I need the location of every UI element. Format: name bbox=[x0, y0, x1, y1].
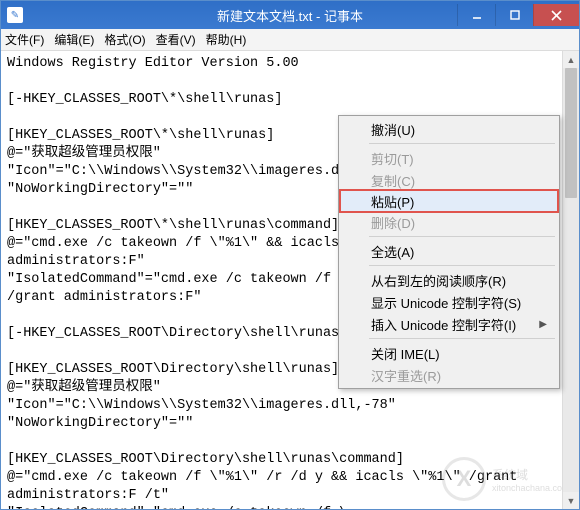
scroll-thumb[interactable] bbox=[565, 68, 577, 198]
window-title: 新建文本文档.txt - 记事本 bbox=[217, 6, 363, 25]
cm-separator bbox=[369, 338, 555, 339]
context-menu: 撤消(U) 剪切(T) 复制(C) 粘贴(P) 删除(D) 全选(A) 从右到左… bbox=[338, 115, 560, 389]
close-button[interactable] bbox=[533, 4, 579, 26]
cm-delete[interactable]: 删除(D) bbox=[341, 211, 557, 233]
cm-undo[interactable]: 撤消(U) bbox=[341, 118, 557, 140]
cm-show-unicode[interactable]: 显示 Unicode 控制字符(S) bbox=[341, 291, 557, 313]
maximize-icon bbox=[510, 10, 520, 20]
scroll-up-arrow-icon[interactable]: ▲ bbox=[563, 51, 579, 68]
menu-file[interactable]: 文件(F) bbox=[5, 31, 44, 48]
cm-paste[interactable]: 粘贴(P) bbox=[340, 190, 558, 212]
cm-reconvert[interactable]: 汉字重选(R) bbox=[341, 364, 557, 386]
menu-bar: 文件(F) 编辑(E) 格式(O) 查看(V) 帮助(H) bbox=[1, 29, 579, 51]
cm-insert-unicode[interactable]: 插入 Unicode 控制字符(I) ▶ bbox=[341, 313, 557, 335]
title-bar[interactable]: ✎ 新建文本文档.txt - 记事本 bbox=[1, 1, 579, 29]
maximize-button[interactable] bbox=[495, 4, 533, 26]
cm-separator bbox=[369, 143, 555, 144]
minimize-button[interactable] bbox=[457, 4, 495, 26]
cm-separator bbox=[369, 265, 555, 266]
cm-select-all[interactable]: 全选(A) bbox=[341, 240, 557, 262]
close-icon bbox=[551, 10, 562, 21]
window-buttons bbox=[457, 4, 579, 26]
menu-view[interactable]: 查看(V) bbox=[156, 31, 196, 48]
vertical-scrollbar[interactable]: ▲ ▼ bbox=[562, 51, 579, 509]
cm-separator bbox=[369, 236, 555, 237]
submenu-arrow-icon: ▶ bbox=[539, 319, 547, 330]
menu-format[interactable]: 格式(O) bbox=[104, 31, 145, 48]
menu-help[interactable]: 帮助(H) bbox=[206, 31, 247, 48]
scroll-down-arrow-icon[interactable]: ▼ bbox=[563, 492, 579, 509]
cm-rtl-order[interactable]: 从右到左的阅读顺序(R) bbox=[341, 269, 557, 291]
cm-copy[interactable]: 复制(C) bbox=[341, 169, 557, 191]
menu-edit[interactable]: 编辑(E) bbox=[54, 31, 94, 48]
cm-cut[interactable]: 剪切(T) bbox=[341, 147, 557, 169]
minimize-icon bbox=[472, 10, 482, 20]
app-icon: ✎ bbox=[7, 7, 23, 23]
cm-insert-unicode-label: 插入 Unicode 控制字符(I) bbox=[371, 315, 516, 334]
cm-close-ime[interactable]: 关闭 IME(L) bbox=[341, 342, 557, 364]
